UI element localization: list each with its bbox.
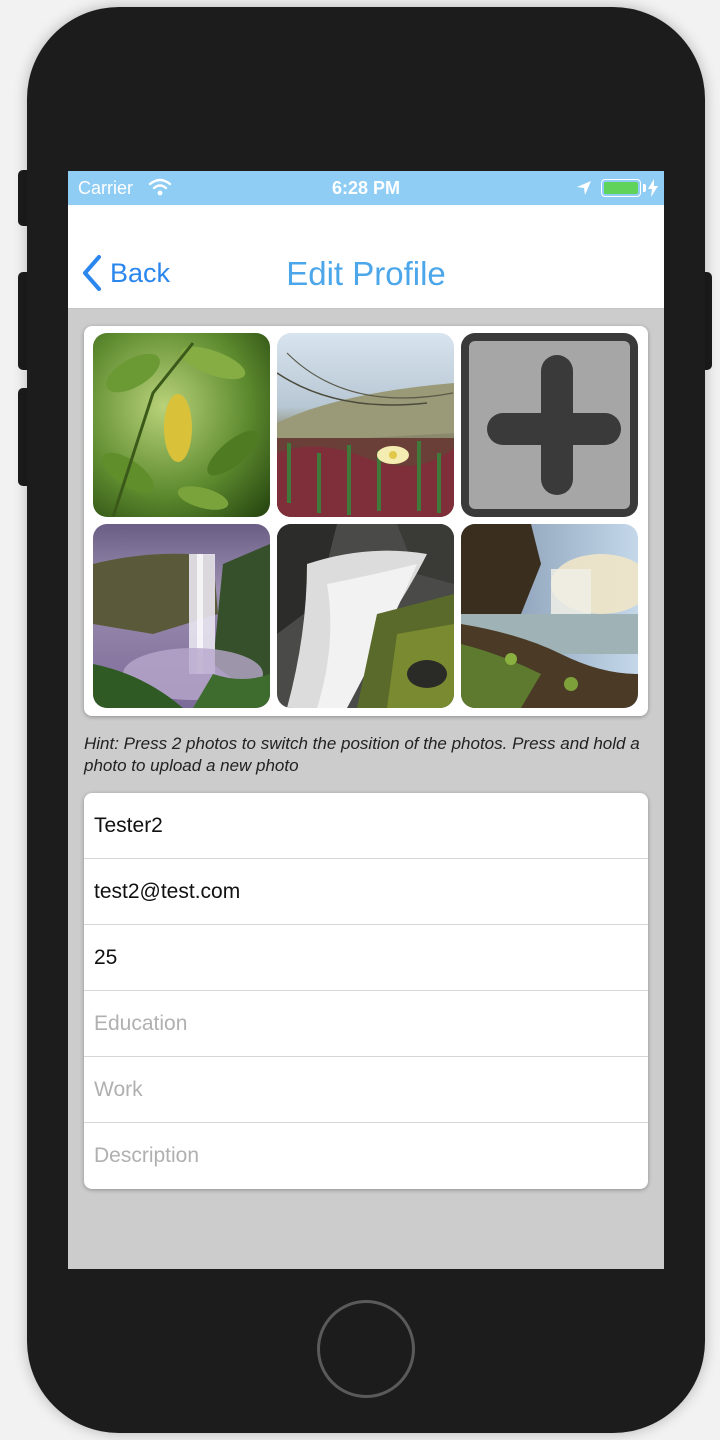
work-field[interactable]: Work <box>84 1057 648 1123</box>
battery-cap <box>643 184 646 192</box>
home-button[interactable] <box>317 1300 415 1398</box>
photo-slot-4[interactable] <box>93 524 270 708</box>
photo-slot-6[interactable] <box>461 524 638 708</box>
location-arrow-icon <box>576 180 592 201</box>
status-time: 6:28 PM <box>331 178 401 198</box>
photo-grid <box>84 326 648 716</box>
education-field[interactable]: Education <box>84 991 648 1057</box>
page-title: Edit Profile <box>286 255 446 292</box>
add-photo-button[interactable] <box>461 333 638 517</box>
photo-slot-5[interactable] <box>277 524 454 708</box>
charging-bolt-icon <box>648 179 658 202</box>
hint-text: Hint: Press 2 photos to switch the posit… <box>84 734 640 775</box>
screen: Carrier 6:28 PM Back Edit Profile Hint: … <box>68 171 664 1269</box>
add-photo-tile <box>469 341 630 509</box>
name-field[interactable]: Tester2 <box>84 793 648 859</box>
profile-form: Tester2 test2@test.com 25 Education Work… <box>84 793 648 1189</box>
description-field[interactable]: Description <box>84 1123 648 1189</box>
navigation-bar: Back Edit Profile <box>68 205 664 309</box>
photo-slot-2[interactable] <box>277 333 454 517</box>
age-field[interactable]: 25 <box>84 925 648 991</box>
photo-slot-1[interactable] <box>93 333 270 517</box>
battery-icon <box>601 179 641 197</box>
email-field[interactable]: test2@test.com <box>84 859 648 925</box>
status-bar: Carrier 6:28 PM <box>68 171 664 205</box>
